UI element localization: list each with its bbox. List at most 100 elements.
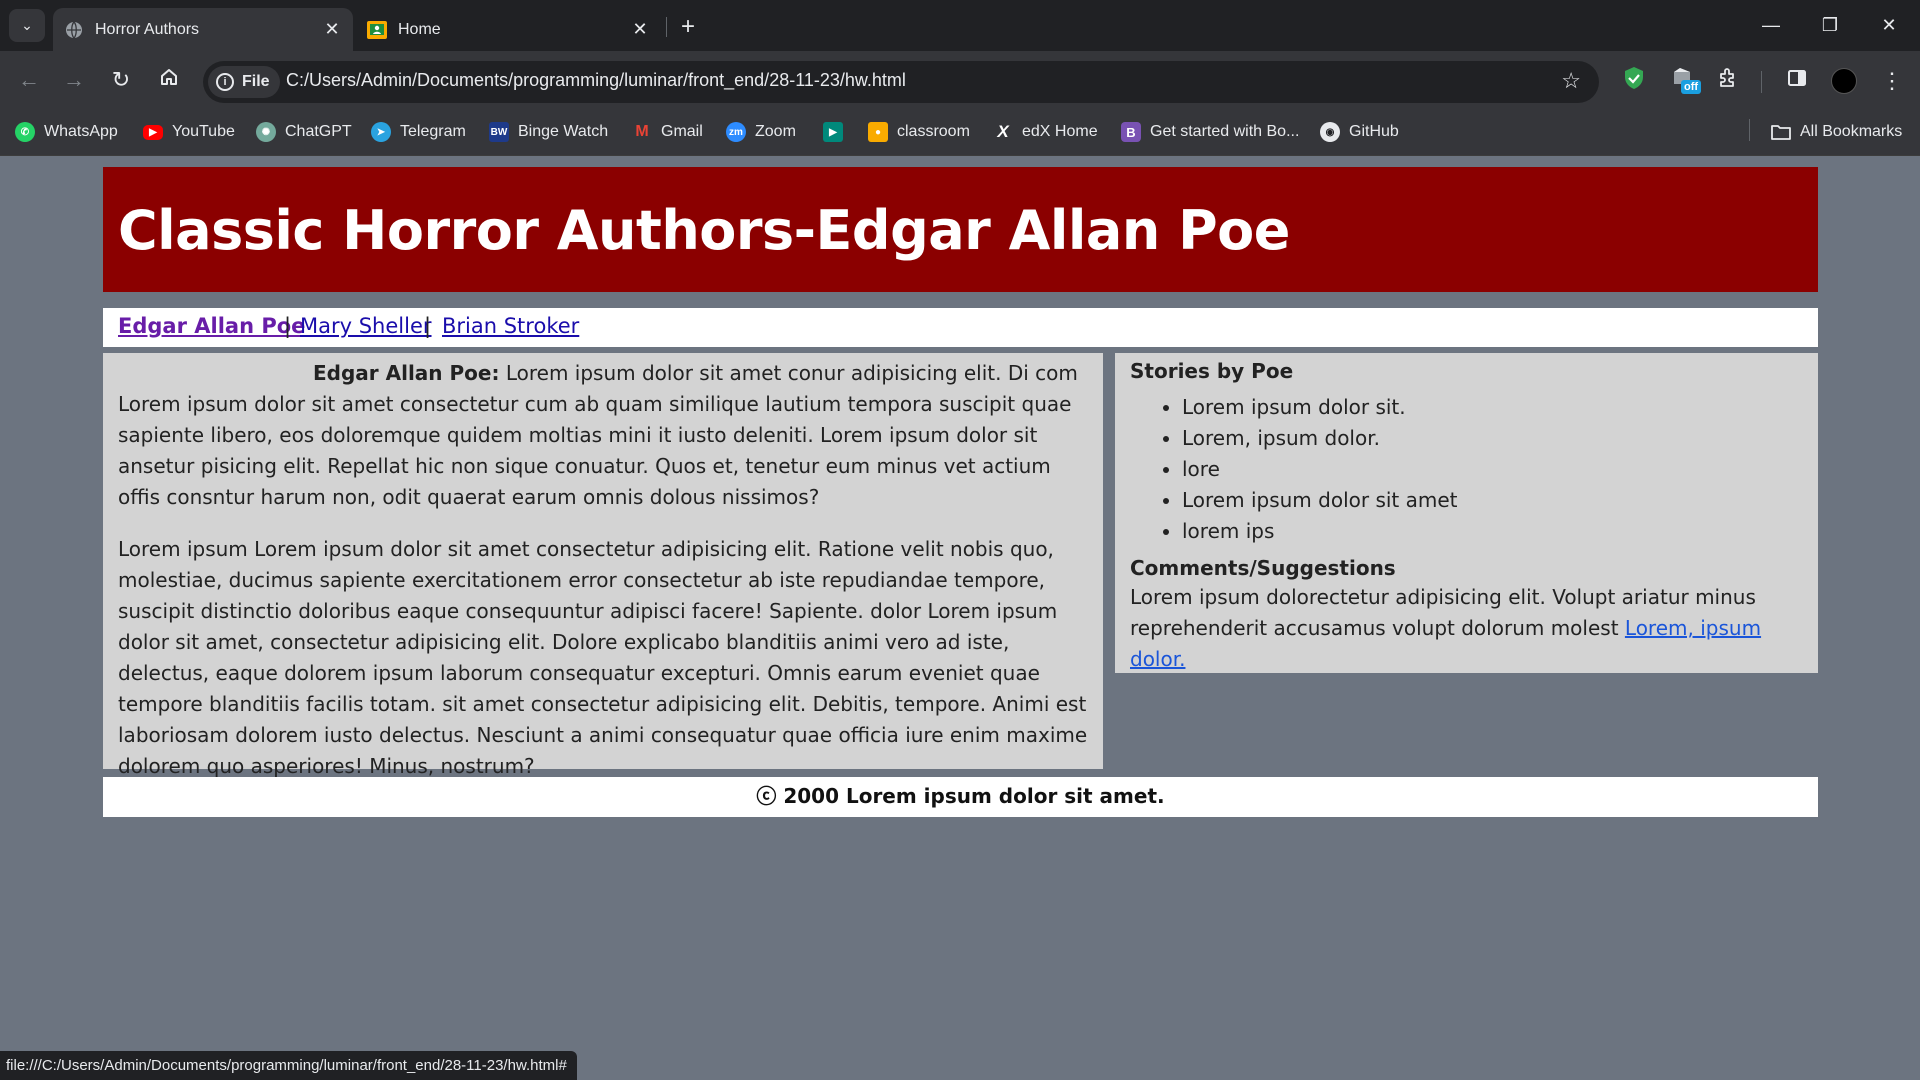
comments-text-block: Lorem ipsum dolorectetur adipisicing eli… <box>1130 582 1803 675</box>
chatgpt-icon: ✺ <box>256 122 276 142</box>
bookmark-label: Telegram <box>400 123 466 140</box>
minimize-icon: — <box>1762 14 1780 35</box>
bookmark-label: WhatsApp <box>44 123 118 140</box>
classroom-icon <box>367 20 387 40</box>
tab-strip: ⌄ Horror Authors ✕ Home ✕ + — ❐ ✕ <box>0 0 1920 51</box>
new-tab-button[interactable]: + <box>673 12 703 42</box>
bookmark-label: Zoom <box>755 123 796 140</box>
bookmark-zoom[interactable]: zm Zoom <box>726 119 796 145</box>
bookmark-label: Gmail <box>661 123 703 140</box>
comments-heading: Comments/Suggestions <box>1130 556 1396 580</box>
tab-title: Home <box>398 20 441 38</box>
arrow-left-icon: ← <box>18 67 40 92</box>
bw-icon: BW <box>489 122 509 142</box>
restore-button[interactable]: ❐ <box>1810 8 1850 42</box>
shield-icon <box>1623 66 1645 96</box>
forward-button[interactable]: → <box>57 63 91 97</box>
extension-badge: off <box>1681 80 1702 94</box>
nav-separator: | <box>284 314 292 338</box>
tab-title: Horror Authors <box>95 20 200 38</box>
bookmark-bootstrap[interactable]: B Get started with Bo... <box>1121 119 1299 145</box>
bookmark-label: GitHub <box>1349 123 1399 140</box>
extension-off-icon: off <box>1671 66 1702 96</box>
site-chip-label: File <box>242 73 270 90</box>
home-icon <box>159 67 179 93</box>
tab-search-button[interactable]: ⌄ <box>9 9 45 42</box>
web-page: Classic Horror Authors-Edgar Allan Poe E… <box>0 157 1920 1080</box>
minimize-button[interactable]: — <box>1751 8 1791 42</box>
bookmark-classroom[interactable]: ● classroom <box>868 119 970 145</box>
main-article: Edgar Allan Poe: Lorem ipsum dolor sit a… <box>103 353 1103 778</box>
bookmark-star-icon[interactable]: ☆ <box>1561 68 1581 94</box>
address-bar[interactable]: i File C:/Users/Admin/Documents/programm… <box>203 61 1599 103</box>
zoom-icon: zm <box>726 122 746 142</box>
telegram-icon: ➤ <box>371 122 391 142</box>
toolbar-divider <box>1761 71 1762 93</box>
bookmark-meet[interactable]: ▶ <box>823 119 852 145</box>
article-lead-label: Edgar Allan Poe: <box>313 361 500 385</box>
close-tab-icon[interactable]: ✕ <box>319 17 345 43</box>
plus-icon: + <box>680 13 695 40</box>
article-text: Lorem ipsum dolor sit amet conur adipisi… <box>118 361 1078 509</box>
whatsapp-icon: ✆ <box>15 122 35 142</box>
reload-button[interactable]: ↻ <box>104 63 138 97</box>
extensions-button[interactable] <box>1710 63 1746 99</box>
puzzle-icon <box>1717 67 1739 95</box>
youtube-icon: ▶ <box>143 124 163 140</box>
home-button[interactable] <box>152 63 186 97</box>
profile-button[interactable] <box>1826 63 1862 99</box>
kebab-menu-icon: ⋮ <box>1881 68 1903 93</box>
nav-link-mary-sheller[interactable]: Mary Sheller <box>300 314 432 338</box>
close-tab-icon[interactable]: ✕ <box>627 17 653 43</box>
bookmark-github[interactable]: ◉ GitHub <box>1320 119 1399 145</box>
list-item: Lorem ipsum dolor sit amet <box>1182 485 1803 516</box>
bookmark-telegram[interactable]: ➤ Telegram <box>371 119 466 145</box>
page-header: Classic Horror Authors-Edgar Allan Poe <box>103 167 1818 292</box>
sidebar: Stories by Poe Lorem ipsum dolor sit. Lo… <box>1115 353 1818 673</box>
bookmark-youtube[interactable]: ▶ YouTube <box>143 119 235 145</box>
classroom-icon: ● <box>868 122 888 142</box>
avatar <box>1831 68 1857 94</box>
author-nav: Edgar Allan Poe | Mary Sheller | Brian S… <box>103 308 1818 347</box>
tab-horror-authors[interactable]: Horror Authors ✕ <box>53 8 353 51</box>
bookmark-gmail[interactable]: M Gmail <box>632 119 703 145</box>
bookmark-label: YouTube <box>172 123 235 140</box>
site-info-chip[interactable]: i File <box>208 66 280 98</box>
reload-icon: ↻ <box>111 67 131 92</box>
restore-icon: ❐ <box>1821 14 1839 35</box>
status-bar-url: file:///C:/Users/Admin/Documents/program… <box>0 1051 577 1080</box>
page-title: Classic Horror Authors-Edgar Allan Poe <box>118 199 1290 262</box>
page-footer: ⓒ 2000 Lorem ipsum dolor sit amet. <box>103 777 1818 817</box>
tab-home[interactable]: Home ✕ <box>356 8 661 51</box>
bookmark-chatgpt[interactable]: ✺ ChatGPT <box>256 119 352 145</box>
bookmark-label: Binge Watch <box>518 123 609 140</box>
nav-separator: | <box>424 314 432 338</box>
nav-link-brian-stroker[interactable]: Brian Stroker <box>442 314 579 338</box>
close-window-button[interactable]: ✕ <box>1869 8 1909 42</box>
chevron-down-icon: ⌄ <box>21 17 33 33</box>
bookmark-whatsapp[interactable]: ✆ WhatsApp <box>15 119 118 145</box>
gmail-icon: M <box>635 123 649 140</box>
extension-off-button[interactable]: off <box>1668 63 1704 99</box>
bookmarks-bar: ✆ WhatsApp ▶ YouTube ✺ ChatGPT ➤ Telegram BW… <box>0 108 1920 156</box>
edx-icon: X <box>997 122 1009 141</box>
all-bookmarks-label: All Bookmarks <box>1800 123 1903 140</box>
all-bookmarks-button[interactable]: All Bookmarks <box>1771 119 1902 145</box>
meet-icon: ▶ <box>823 122 843 142</box>
bookmark-edx[interactable]: XedX Home <box>993 119 1097 145</box>
side-panel-button[interactable] <box>1779 63 1815 99</box>
shield-extension-button[interactable] <box>1616 63 1652 99</box>
list-item: lorem ips <box>1182 516 1803 547</box>
globe-icon <box>64 20 84 40</box>
menu-button[interactable]: ⋮ <box>1874 63 1910 99</box>
list-item: Lorem, ipsum dolor. <box>1182 423 1803 454</box>
article-paragraph-2: Lorem ipsum Lorem ipsum dolor sit amet c… <box>118 537 1088 778</box>
bookmark-label: ChatGPT <box>285 123 352 140</box>
url-text[interactable]: C:/Users/Admin/Documents/programming/lum… <box>286 70 906 91</box>
back-button[interactable]: ← <box>12 63 46 97</box>
article-paragraph-1: Edgar Allan Poe: Lorem ipsum dolor sit a… <box>118 358 1088 513</box>
stories-list: Lorem ipsum dolor sit. Lorem, ipsum dolo… <box>1182 392 1803 547</box>
nav-link-edgar-allan-poe[interactable]: Edgar Allan Poe <box>118 314 305 338</box>
bookmarks-divider <box>1749 119 1750 141</box>
bookmark-binge-watch[interactable]: BW Binge Watch <box>489 119 608 145</box>
